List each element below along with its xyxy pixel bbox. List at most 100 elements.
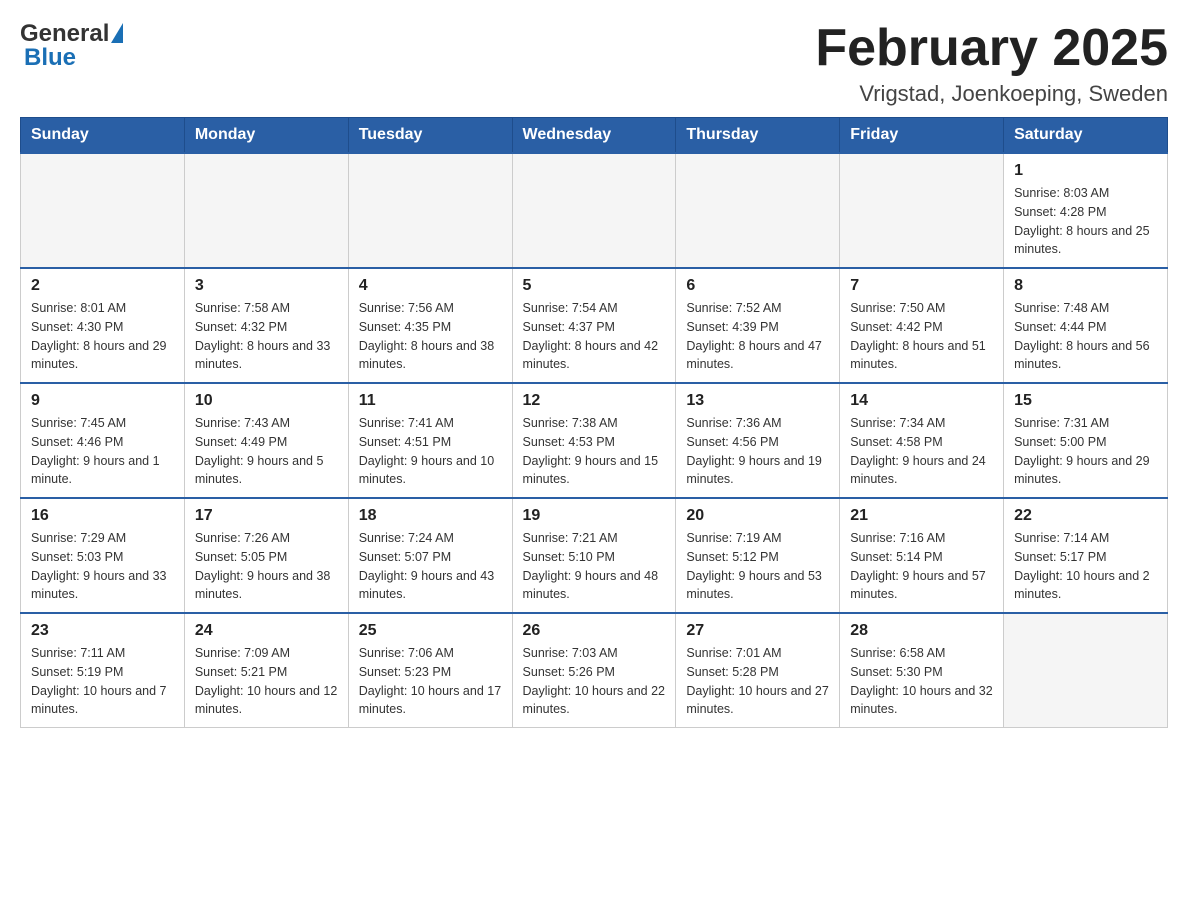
day-number: 20 xyxy=(686,507,829,525)
day-info: Sunrise: 7:26 AMSunset: 5:05 PMDaylight:… xyxy=(195,529,338,604)
logo-triangle-icon xyxy=(111,23,123,43)
day-info: Sunrise: 7:34 AMSunset: 4:58 PMDaylight:… xyxy=(850,414,993,489)
day-info: Sunrise: 7:48 AMSunset: 4:44 PMDaylight:… xyxy=(1014,299,1157,374)
day-number: 8 xyxy=(1014,277,1157,295)
day-number: 14 xyxy=(850,392,993,410)
day-info: Sunrise: 7:50 AMSunset: 4:42 PMDaylight:… xyxy=(850,299,993,374)
table-row: 21 Sunrise: 7:16 AMSunset: 5:14 PMDayligh… xyxy=(840,498,1004,613)
col-saturday: Saturday xyxy=(1004,118,1168,154)
calendar-week-row: 1 Sunrise: 8:03 AMSunset: 4:28 PMDaylight… xyxy=(21,153,1168,268)
table-row xyxy=(840,153,1004,268)
table-row: 25 Sunrise: 7:06 AMSunset: 5:23 PMDayligh… xyxy=(348,613,512,728)
table-row: 2 Sunrise: 8:01 AMSunset: 4:30 PMDaylight… xyxy=(21,268,185,383)
table-row: 27Sunrise: 7:01 AMSunset: 5:28 PMDayligh… xyxy=(676,613,840,728)
col-friday: Friday xyxy=(840,118,1004,154)
table-row: 11Sunrise: 7:41 AMSunset: 4:51 PMDayligh… xyxy=(348,383,512,498)
day-number: 21 xyxy=(850,507,993,525)
calendar-week-row: 23 Sunrise: 7:11 AMSunset: 5:19 PMDayligh… xyxy=(21,613,1168,728)
day-info: Sunrise: 7:11 AMSunset: 5:19 PMDaylight:… xyxy=(31,644,174,719)
calendar-header-row: Sunday Monday Tuesday Wednesday Thursday… xyxy=(21,118,1168,154)
day-info: Sunrise: 7:52 AMSunset: 4:39 PMDaylight:… xyxy=(686,299,829,374)
table-row: 20 Sunrise: 7:19 AMSunset: 5:12 PMDayligh… xyxy=(676,498,840,613)
day-number: 16 xyxy=(31,507,174,525)
day-info: Sunrise: 7:09 AMSunset: 5:21 PMDaylight:… xyxy=(195,644,338,719)
col-tuesday: Tuesday xyxy=(348,118,512,154)
table-row xyxy=(184,153,348,268)
calendar-table: Sunday Monday Tuesday Wednesday Thursday… xyxy=(20,117,1168,728)
col-wednesday: Wednesday xyxy=(512,118,676,154)
month-title: February 2025 xyxy=(815,20,1168,77)
table-row xyxy=(676,153,840,268)
day-number: 18 xyxy=(359,507,502,525)
table-row xyxy=(21,153,185,268)
day-number: 6 xyxy=(686,277,829,295)
day-number: 28 xyxy=(850,622,993,640)
title-block: February 2025 Vrigstad, Joenkoeping, Swe… xyxy=(815,20,1168,107)
table-row: 14 Sunrise: 7:34 AMSunset: 4:58 PMDayligh… xyxy=(840,383,1004,498)
day-info: Sunrise: 8:01 AMSunset: 4:30 PMDaylight:… xyxy=(31,299,174,374)
day-number: 19 xyxy=(523,507,666,525)
day-number: 26 xyxy=(523,622,666,640)
day-info: Sunrise: 8:03 AMSunset: 4:28 PMDaylight:… xyxy=(1014,184,1157,259)
table-row: 7 Sunrise: 7:50 AMSunset: 4:42 PMDaylight… xyxy=(840,268,1004,383)
day-number: 13 xyxy=(686,392,829,410)
table-row xyxy=(1004,613,1168,728)
day-info: Sunrise: 7:54 AMSunset: 4:37 PMDaylight:… xyxy=(523,299,666,374)
table-row: 9 Sunrise: 7:45 AMSunset: 4:46 PMDaylight… xyxy=(21,383,185,498)
day-info: Sunrise: 7:06 AMSunset: 5:23 PMDaylight:… xyxy=(359,644,502,719)
day-number: 4 xyxy=(359,277,502,295)
logo: General Blue xyxy=(20,20,123,72)
table-row: 1 Sunrise: 8:03 AMSunset: 4:28 PMDaylight… xyxy=(1004,153,1168,268)
table-row: 19 Sunrise: 7:21 AMSunset: 5:10 PMDayligh… xyxy=(512,498,676,613)
day-info: Sunrise: 7:43 AMSunset: 4:49 PMDaylight:… xyxy=(195,414,338,489)
day-info: Sunrise: 7:36 AMSunset: 4:56 PMDaylight:… xyxy=(686,414,829,489)
table-row: 12 Sunrise: 7:38 AMSunset: 4:53 PMDayligh… xyxy=(512,383,676,498)
day-info: Sunrise: 7:19 AMSunset: 5:12 PMDaylight:… xyxy=(686,529,829,604)
day-number: 11 xyxy=(359,392,502,410)
day-number: 1 xyxy=(1014,162,1157,180)
day-number: 7 xyxy=(850,277,993,295)
day-number: 9 xyxy=(31,392,174,410)
calendar-week-row: 16Sunrise: 7:29 AMSunset: 5:03 PMDayligh… xyxy=(21,498,1168,613)
day-number: 24 xyxy=(195,622,338,640)
table-row xyxy=(512,153,676,268)
day-info: Sunrise: 7:38 AMSunset: 4:53 PMDaylight:… xyxy=(523,414,666,489)
day-number: 22 xyxy=(1014,507,1157,525)
table-row: 3Sunrise: 7:58 AMSunset: 4:32 PMDaylight… xyxy=(184,268,348,383)
day-info: Sunrise: 7:14 AMSunset: 5:17 PMDaylight:… xyxy=(1014,529,1157,604)
day-info: Sunrise: 7:45 AMSunset: 4:46 PMDaylight:… xyxy=(31,414,174,489)
table-row: 4 Sunrise: 7:56 AMSunset: 4:35 PMDaylight… xyxy=(348,268,512,383)
table-row: 16Sunrise: 7:29 AMSunset: 5:03 PMDayligh… xyxy=(21,498,185,613)
day-number: 2 xyxy=(31,277,174,295)
day-number: 10 xyxy=(195,392,338,410)
day-number: 15 xyxy=(1014,392,1157,410)
table-row: 6 Sunrise: 7:52 AMSunset: 4:39 PMDaylight… xyxy=(676,268,840,383)
table-row: 13 Sunrise: 7:36 AMSunset: 4:56 PMDayligh… xyxy=(676,383,840,498)
day-info: Sunrise: 7:31 AMSunset: 5:00 PMDaylight:… xyxy=(1014,414,1157,489)
table-row: 26 Sunrise: 7:03 AMSunset: 5:26 PMDayligh… xyxy=(512,613,676,728)
col-thursday: Thursday xyxy=(676,118,840,154)
day-number: 3 xyxy=(195,277,338,295)
col-sunday: Sunday xyxy=(21,118,185,154)
day-info: Sunrise: 6:58 AMSunset: 5:30 PMDaylight:… xyxy=(850,644,993,719)
table-row: 15 Sunrise: 7:31 AMSunset: 5:00 PMDayligh… xyxy=(1004,383,1168,498)
day-info: Sunrise: 7:01 AMSunset: 5:28 PMDaylight:… xyxy=(686,644,829,719)
day-number: 5 xyxy=(523,277,666,295)
logo-blue-text: Blue xyxy=(24,44,123,72)
col-monday: Monday xyxy=(184,118,348,154)
day-info: Sunrise: 7:16 AMSunset: 5:14 PMDaylight:… xyxy=(850,529,993,604)
table-row: 24 Sunrise: 7:09 AMSunset: 5:21 PMDayligh… xyxy=(184,613,348,728)
day-info: Sunrise: 7:56 AMSunset: 4:35 PMDaylight:… xyxy=(359,299,502,374)
location-text: Vrigstad, Joenkoeping, Sweden xyxy=(815,81,1168,107)
table-row: 23 Sunrise: 7:11 AMSunset: 5:19 PMDayligh… xyxy=(21,613,185,728)
day-number: 25 xyxy=(359,622,502,640)
day-number: 12 xyxy=(523,392,666,410)
table-row: 18Sunrise: 7:24 AMSunset: 5:07 PMDayligh… xyxy=(348,498,512,613)
day-info: Sunrise: 7:03 AMSunset: 5:26 PMDaylight:… xyxy=(523,644,666,719)
table-row: 22 Sunrise: 7:14 AMSunset: 5:17 PMDayligh… xyxy=(1004,498,1168,613)
day-number: 23 xyxy=(31,622,174,640)
table-row: 8 Sunrise: 7:48 AMSunset: 4:44 PMDaylight… xyxy=(1004,268,1168,383)
day-number: 17 xyxy=(195,507,338,525)
table-row: 10 Sunrise: 7:43 AMSunset: 4:49 PMDayligh… xyxy=(184,383,348,498)
day-info: Sunrise: 7:21 AMSunset: 5:10 PMDaylight:… xyxy=(523,529,666,604)
